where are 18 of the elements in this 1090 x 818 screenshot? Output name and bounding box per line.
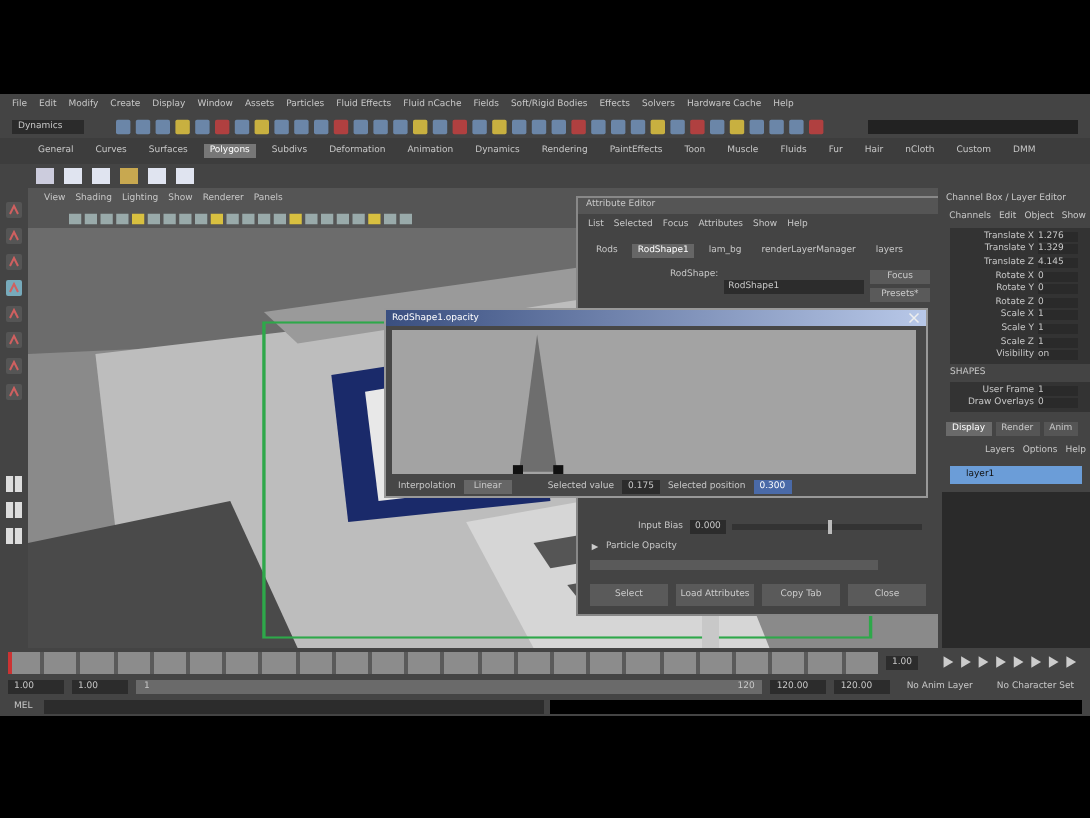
slider-handle[interactable] (827, 520, 832, 534)
input-field[interactable] (868, 119, 1078, 133)
expand-arrow-icon[interactable] (590, 542, 600, 552)
tool-icon[interactable] (4, 278, 24, 298)
layout-icon[interactable] (4, 526, 24, 546)
layout-icon[interactable] (4, 500, 24, 520)
tool-icon[interactable] (4, 330, 24, 350)
tool-icon[interactable] (4, 226, 24, 246)
ramp-graph-drawing[interactable] (392, 330, 916, 474)
tool-icon[interactable] (4, 200, 24, 220)
time-slider[interactable] (8, 651, 878, 673)
layout-icon[interactable] (4, 474, 24, 494)
close-icon[interactable] (908, 312, 920, 324)
tool-icon[interactable] (4, 356, 24, 376)
tool-icon[interactable] (4, 382, 24, 402)
command-input[interactable] (44, 699, 545, 713)
tool-icon[interactable] (4, 304, 24, 324)
tool-icon[interactable] (4, 252, 24, 272)
